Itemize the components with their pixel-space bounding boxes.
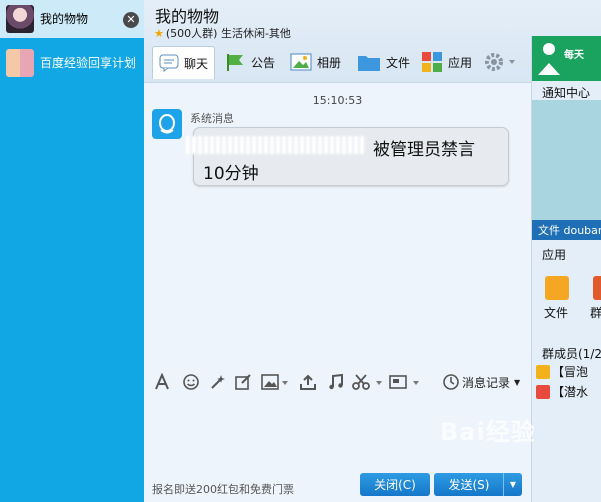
tab-apps[interactable]: 应用	[421, 46, 472, 78]
folder-icon[interactable]	[545, 276, 569, 300]
group-meta-text: (500人群) 生活休闲-其他	[165, 27, 291, 40]
member-label: 【潜水	[552, 385, 589, 399]
emoji-icon[interactable]	[182, 372, 200, 392]
member-item[interactable]: 【冒泡	[536, 363, 588, 380]
folder-icon	[358, 56, 380, 71]
group-tabs: 聊天 公告 相册 文件 应用	[150, 46, 530, 79]
group-meta: ★ (500人群) 生活休闲-其他	[154, 25, 291, 41]
tab-label: 相册	[317, 55, 342, 70]
music-icon[interactable]	[327, 372, 345, 392]
avatar	[6, 49, 34, 77]
message-timestamp: 15:10:53	[312, 94, 363, 107]
tab-notice[interactable]: 公告	[224, 46, 275, 78]
promo-link[interactable]: 报名即送200红包和免费门票	[152, 481, 294, 497]
member-label: 【冒泡	[552, 365, 589, 379]
scissors-icon[interactable]	[352, 372, 384, 392]
tab-chat[interactable]: 聊天	[152, 46, 216, 79]
send-label: 发送(S)	[448, 478, 490, 492]
chevron-down-icon[interactable]: ▼	[503, 473, 522, 496]
screenshot-options-icon[interactable]	[389, 372, 421, 392]
avatar	[536, 364, 550, 379]
avatar	[6, 5, 34, 33]
image-icon[interactable]	[261, 372, 289, 392]
group-icon[interactable]	[593, 276, 601, 300]
clock-icon	[443, 374, 459, 390]
penguin-icon	[159, 114, 175, 134]
message-area[interactable]: 15:10:53 系统消息 被管理员禁言 10分钟	[144, 82, 531, 369]
sender-name: 系统消息	[190, 112, 234, 125]
upload-icon[interactable]	[299, 372, 317, 392]
notification-panel	[532, 100, 601, 240]
apps-title: 应用	[542, 248, 567, 262]
send-button[interactable]: 发送(S) ▼	[434, 473, 522, 496]
conversation-title: 我的物物	[40, 12, 89, 26]
app-group-label: 群	[590, 306, 601, 320]
tab-album[interactable]: 相册	[290, 46, 341, 78]
flag-icon	[227, 54, 243, 71]
members-title: 群成员(1/2	[542, 347, 601, 361]
ad-banner[interactable]: 每天	[532, 36, 601, 81]
message-text-line2: 10分钟	[203, 164, 259, 184]
conversation-title: 百度经验回享计划	[40, 56, 136, 70]
font-icon[interactable]	[153, 372, 171, 392]
redacted-username	[186, 136, 364, 154]
photo-icon	[290, 53, 312, 71]
watermark: Bai经验	[440, 418, 536, 446]
tab-label: 应用	[448, 55, 473, 70]
tab-files[interactable]: 文件	[357, 46, 410, 78]
group-name: 我的物物	[155, 7, 220, 26]
input-toolbar: 消息记录 ▼	[144, 368, 531, 396]
tab-label: 聊天	[184, 56, 209, 71]
book-icon	[538, 43, 560, 75]
banner-text: 每天	[564, 50, 584, 61]
tab-label: 文件	[386, 55, 411, 70]
conversation-item-wodewuwu[interactable]: 我的物物 ✕	[0, 0, 144, 38]
history-label: 消息记录	[462, 375, 511, 390]
gear-icon	[485, 53, 515, 71]
avatar	[536, 384, 550, 399]
message-bubble: 被管理员禁言 10分钟	[186, 127, 509, 186]
conversation-item-baidu[interactable]: 百度经验回享计划	[0, 44, 144, 82]
bottom-bar: 报名即送200红包和免费门票 关闭(C) 发送(S) ▼	[144, 470, 531, 502]
apps-icon	[422, 52, 442, 72]
close-icon[interactable]: ✕	[123, 12, 139, 28]
message-history-button[interactable]: 消息记录 ▼	[442, 372, 520, 392]
member-item[interactable]: 【潜水	[536, 383, 588, 400]
close-button[interactable]: 关闭(C)	[360, 473, 430, 496]
star-icon: ★	[154, 27, 164, 40]
edit-icon[interactable]	[234, 372, 252, 392]
magic-icon[interactable]	[209, 372, 227, 392]
notification-center-title: 通知中心	[542, 86, 591, 100]
system-avatar	[152, 109, 182, 139]
app-file-label: 文件	[544, 306, 569, 320]
chevron-down-icon: ▼	[514, 377, 521, 387]
message-text-line1: 被管理员禁言	[373, 140, 475, 160]
settings-menu[interactable]	[483, 46, 522, 78]
right-panel: 每天 通知中心 文件 doubar 应用 文件 群 群成员(1/2 【冒泡 【潜…	[531, 36, 601, 502]
tab-label: 公告	[251, 55, 276, 70]
chat-icon	[159, 54, 179, 72]
file-bar[interactable]: 文件 doubar	[532, 220, 601, 240]
conversation-sidebar: 我的物物 ✕ 百度经验回享计划	[0, 0, 144, 502]
